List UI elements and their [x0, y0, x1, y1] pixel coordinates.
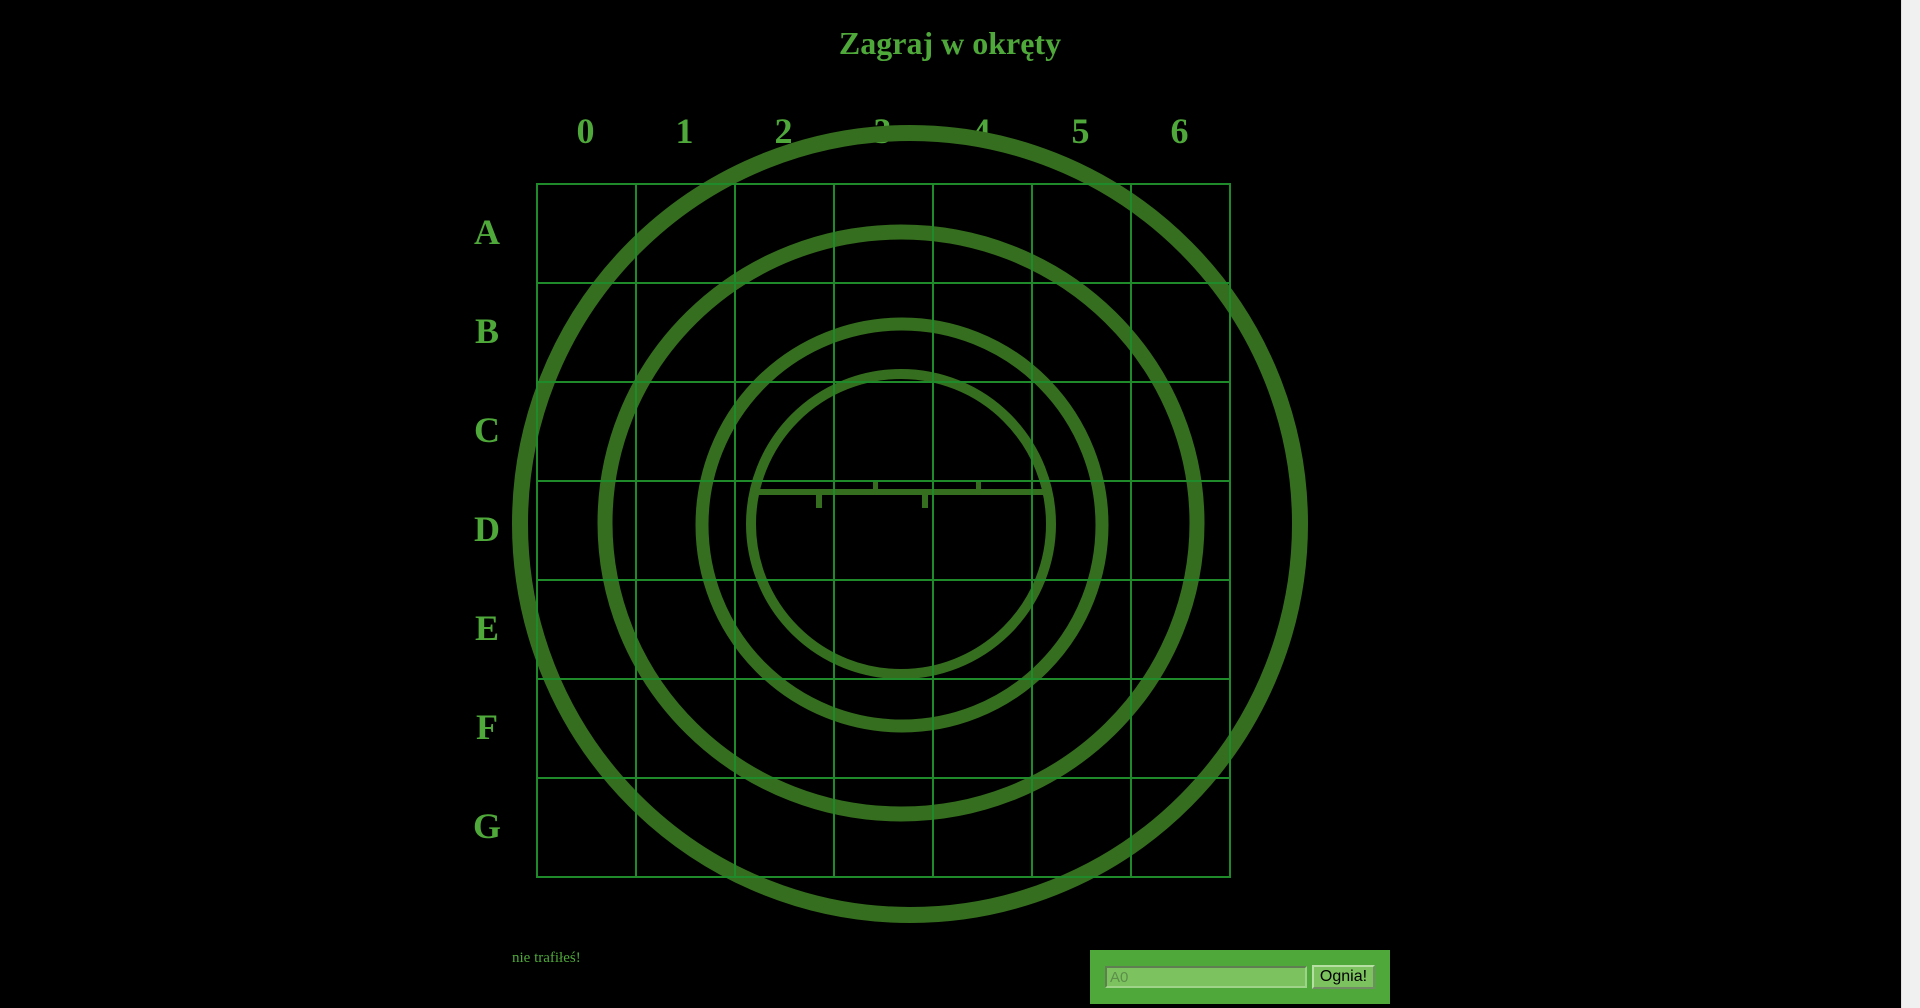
- board-cell-a1: [635, 183, 736, 284]
- board-cell-e2: [734, 579, 835, 680]
- board-cell-a5: [1031, 183, 1132, 284]
- board-cell-a2: [734, 183, 835, 284]
- board-cell-e6: [1130, 579, 1231, 680]
- board-cell-c4: [932, 381, 1033, 482]
- vertical-scrollbar[interactable]: [1901, 0, 1920, 1008]
- board-cell-d2: [734, 480, 835, 581]
- board-cell-d6: [1130, 480, 1231, 581]
- board-cell-f4: [932, 678, 1033, 779]
- board-cell-e3: [833, 579, 934, 680]
- board-row-f: [536, 678, 1231, 779]
- fire-button[interactable]: Ognia!: [1312, 965, 1375, 989]
- board-cell-f5: [1031, 678, 1132, 779]
- board-cell-f1: [635, 678, 736, 779]
- board-cell-b5: [1031, 282, 1132, 383]
- board-cell-f3: [833, 678, 934, 779]
- fire-form: Ognia!: [1090, 950, 1390, 1004]
- board-row-e: [536, 579, 1231, 680]
- board-cell-f6: [1130, 678, 1231, 779]
- board-cell-b0: [536, 282, 637, 383]
- board-cell-c2: [734, 381, 835, 482]
- board-cell-g1: [635, 777, 736, 878]
- board-cell-d3: [833, 480, 934, 581]
- board-cell-b6: [1130, 282, 1231, 383]
- guess-input[interactable]: [1105, 966, 1307, 988]
- board-cell-c0: [536, 381, 637, 482]
- board-cell-b3: [833, 282, 934, 383]
- board-cell-e4: [932, 579, 1033, 680]
- board-cell-a0: [536, 183, 637, 284]
- board-cell-f2: [734, 678, 835, 779]
- board-cell-b4: [932, 282, 1033, 383]
- board-cell-c3: [833, 381, 934, 482]
- board-row-d: [536, 480, 1231, 581]
- board-cell-a6: [1130, 183, 1231, 284]
- board-cell-c5: [1031, 381, 1132, 482]
- board-cell-c6: [1130, 381, 1231, 482]
- board-cell-d1: [635, 480, 736, 581]
- board-cell-g2: [734, 777, 835, 878]
- board-row-b: [536, 282, 1231, 383]
- board-cell-c1: [635, 381, 736, 482]
- game-board: [536, 183, 1231, 878]
- board-cell-g3: [833, 777, 934, 878]
- board-cell-e5: [1031, 579, 1132, 680]
- board-cell-d0: [536, 480, 637, 581]
- board-cell-d4: [932, 480, 1033, 581]
- board-cell-a4: [932, 183, 1033, 284]
- game-page: Zagraj w okręty 0 1 2 3 4 5 6 A B C D E …: [0, 0, 1920, 1008]
- board-row-a: [536, 183, 1231, 284]
- board-row-g: [536, 777, 1231, 878]
- board-cell-f0: [536, 678, 637, 779]
- board-cell-g4: [932, 777, 1033, 878]
- board-cell-b2: [734, 282, 835, 383]
- board-cell-g5: [1031, 777, 1132, 878]
- board-cell-g6: [1130, 777, 1231, 878]
- board-cell-e0: [536, 579, 637, 680]
- board-cell-d5: [1031, 480, 1132, 581]
- board-row-c: [536, 381, 1231, 482]
- board-cell-a3: [833, 183, 934, 284]
- board-cell-e1: [635, 579, 736, 680]
- board-cell-g0: [536, 777, 637, 878]
- status-message: nie trafiłeś!: [512, 950, 581, 966]
- board-cell-b1: [635, 282, 736, 383]
